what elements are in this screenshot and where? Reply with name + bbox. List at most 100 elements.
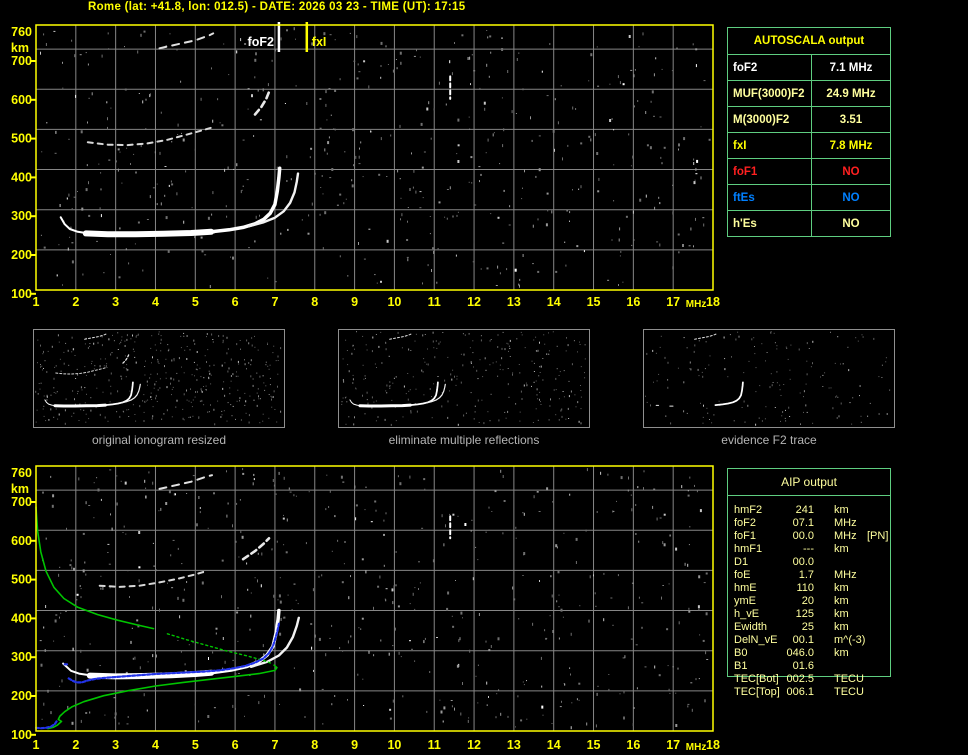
aip-extra [865,634,890,647]
x-tick-label: 11 [428,738,441,752]
y-tick-label: 100 [11,728,32,742]
autoscala-param-value: 3.51 [839,114,863,126]
x-tick-label: 1 [33,738,40,752]
aip-value: 002.5 [786,673,814,685]
autoscala-param-value: NO [842,192,860,204]
thumbnail-frame [338,329,590,428]
x-tick-label: 3 [112,738,119,752]
aip-row: hmE 110 km [734,582,890,595]
autoscala-row: MUF(3000)F2 24.9 MHz [728,81,890,107]
x-tick-label: 9 [351,295,358,309]
aip-unit: TECU [834,686,864,698]
aip-unit: MHz [834,517,857,529]
y-tick-label: 600 [11,93,32,107]
echo-traces [59,32,452,238]
aip-unit: km [834,543,849,555]
aip-unit: km [834,582,849,594]
aip-name: foF1 [734,530,757,542]
x-tick-label: 14 [547,738,561,752]
x-tick-label: 12 [467,295,481,309]
aip-value: 006.1 [786,686,814,698]
fxI-marker: fxI [305,22,326,52]
y-tick-label: 300 [11,650,32,664]
y-tick-label: 760 [11,466,32,480]
x-tick-label: 17 [666,738,680,752]
upper-echo-trace [158,32,215,50]
aip-unit [814,660,865,673]
f2-trace-flat-mini-trace [358,403,412,408]
x-tick-label: 9 [351,738,358,752]
aip-value: 110 [796,582,814,594]
aip-unit: km [834,595,849,607]
noise-speckles [39,468,709,730]
y-axis-unit-label: km [11,41,29,55]
aip-row: foF1 00.0 MHz [PN] [734,530,890,543]
b-f2-rise-trace [209,608,281,675]
foF2-marker-label: foF2 [248,35,274,49]
thumbnail-ionogram-image [645,331,891,426]
aip-extra [865,556,890,569]
x-tick-label: 13 [507,295,521,309]
upper-echo-mini-trace [694,333,717,340]
x-tick-label: 11 [428,295,441,309]
aip-value: 241 [795,504,814,516]
x-tick-label: 15 [587,295,601,309]
aip-name: D1 [734,556,749,568]
aip-value: 01.6 [792,660,814,672]
aip-value: 1.7 [798,569,814,581]
aip-output-table: AIP output hmF2 241 km foF2 07.1 MHz foF1 00.0 M… [727,468,891,698]
aip-unit: MHz [834,530,857,542]
aip-unit: km [834,621,849,633]
autoscala-output-table: AUTOSCALA output foF2 7.1 MHz MUF(3000)F2 2… [727,27,891,237]
aip-value: 07.1 [792,517,814,529]
autoscala-param-value: NO [842,218,860,230]
aip-row: TEC[Top] 006.1 TECU [734,686,890,699]
aip-name: foF2 [734,517,757,529]
thumbnail-caption: original ionogram resized [91,433,227,447]
aip-extra [865,582,890,595]
x-tick-label: 2 [72,295,79,309]
aip-unit: km [834,608,849,620]
f2-trace-rise-trace [209,166,282,234]
aip-value: 00.0 [792,556,814,568]
aip-name: B1 [734,660,748,672]
x-axis: 1 2 3 4 5 6 7 8 9 10 11 12 13 14 15 16 17 18MHz [33,295,720,310]
autoscala-param-value: 24.9 MHz [826,88,876,100]
aip-value: --- [803,543,814,555]
x-tick-label: 3 [112,295,119,309]
aip-unit: km [834,504,849,516]
x-tick-label: 2 [72,738,79,752]
x-tick-label: 16 [626,738,640,752]
aip-name: hmF1 [734,543,763,555]
x-tick-label: 4 [152,738,159,752]
aip-name: hmF2 [734,504,763,516]
aip-extra [865,595,890,608]
y-tick-label: 600 [11,534,32,548]
aip-extra [865,660,890,673]
thumbnail-caption: evidence F2 trace [721,433,817,447]
foF2-marker: foF2 [248,22,281,52]
upper-echo-mini-trace [389,333,412,340]
aip-row: D1 00.0 [734,556,890,569]
profile-dotted-trace [166,633,273,665]
second-hop-rise-mini-trace [122,353,130,364]
aip-value: 20 [801,595,814,607]
aip-row: B0 046.0 km [734,647,890,660]
autoscala-screen: Rome (lat: +41.8, lon: 012.5) - DATE: 20… [0,0,968,755]
aip-output-title: AIP output [728,469,890,496]
x-axis-unit-label: MHz [686,742,707,753]
gridlines [36,25,713,290]
x-tick-label: 15 [587,738,601,752]
y-tick-label: 700 [11,495,32,509]
aip-name: ymE [734,595,756,607]
autoscala-row: h'Es NO [728,211,890,236]
y-axis: 760 700 600 500 400 300 200 100 km [11,466,36,742]
y-tick-label: 400 [11,170,32,184]
aip-name: Ewidth [734,621,768,633]
upper-echo-mini-trace [84,333,107,340]
autoscala-param-label: foF1 [728,159,812,184]
aip-row: h_vE 125 km [734,608,890,621]
noise-speckles [40,27,711,288]
x-tick-label: 7 [271,295,278,309]
aip-value: 125 [795,608,814,620]
